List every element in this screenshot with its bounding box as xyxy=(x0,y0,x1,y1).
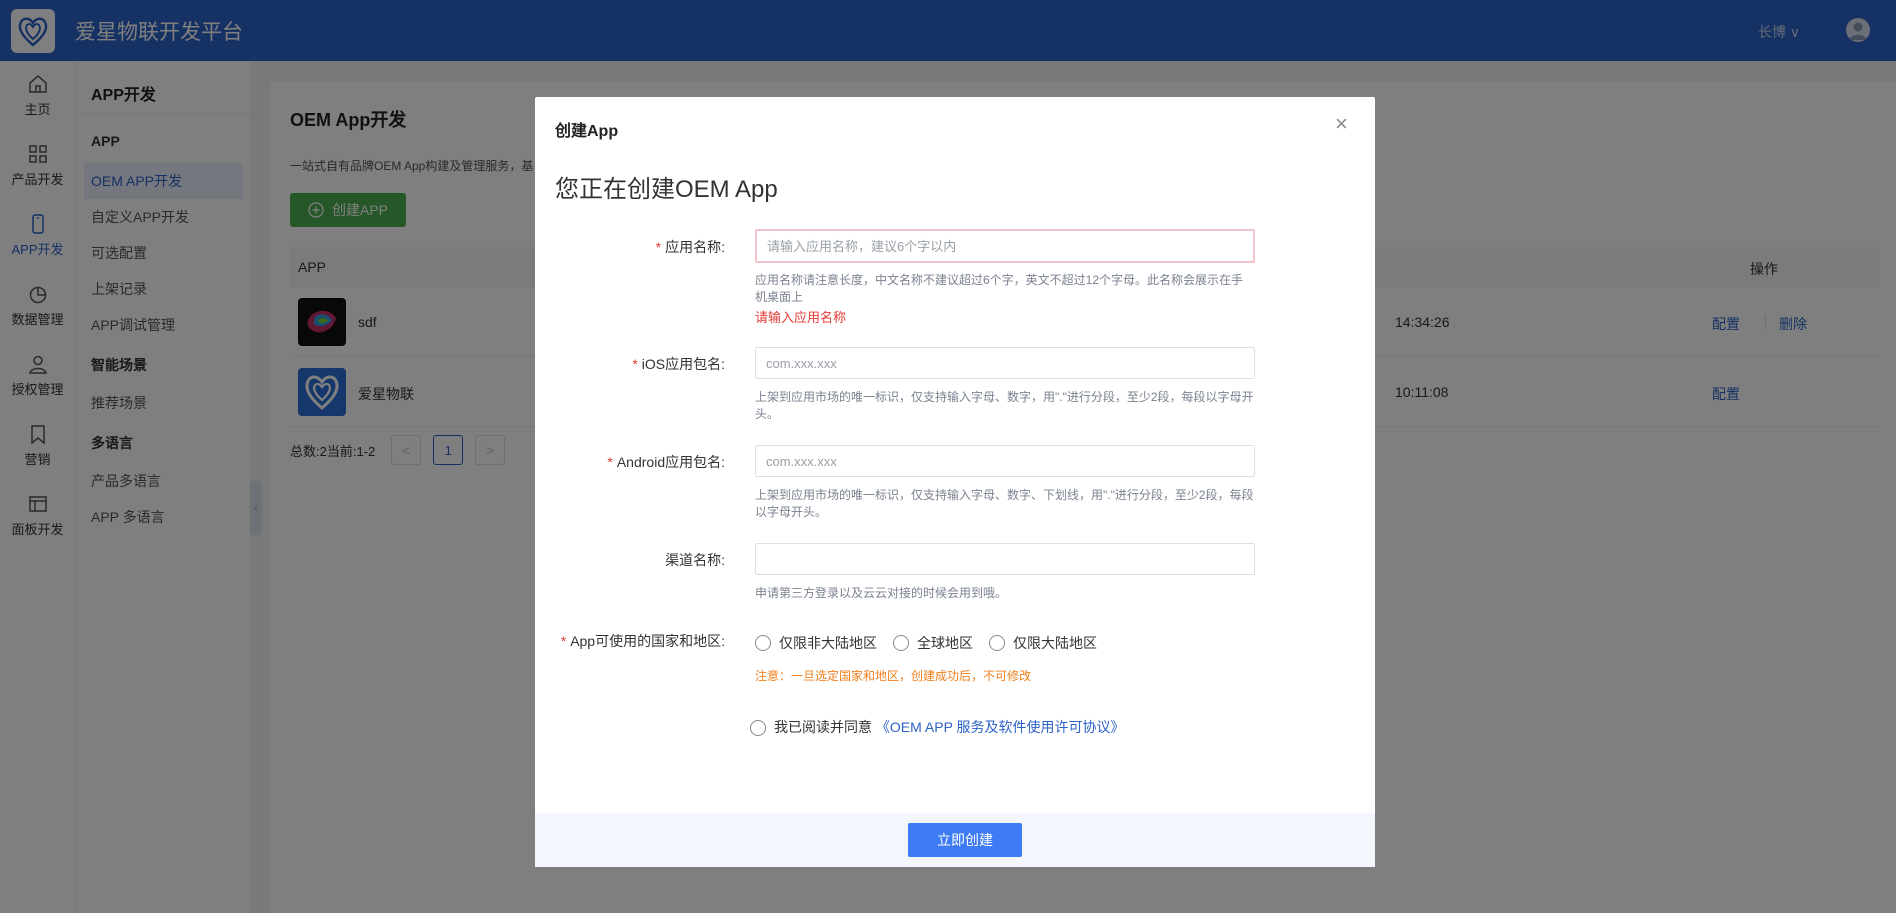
app-name-error: 请输入应用名称 xyxy=(755,310,847,325)
android-bundle-input[interactable] xyxy=(755,445,1255,477)
agreement-text: 我已阅读并同意 xyxy=(774,719,872,735)
ios-bundle-hint: 上架到应用市场的唯一标识，仅支持输入字母、数字，用"."进行分段，至少2段，每段… xyxy=(755,390,1254,421)
ios-bundle-label: * iOS应用包名: xyxy=(632,356,725,372)
radio-circle[interactable] xyxy=(989,635,1005,651)
app-name-input[interactable] xyxy=(755,229,1255,263)
ios-bundle-input[interactable] xyxy=(755,347,1255,379)
region-warning: 注意：一旦选定国家和地区，创建成功后，不可修改 xyxy=(755,669,1032,683)
agreement-link[interactable]: 《OEM APP 服务及软件使用许可协议》 xyxy=(876,719,1125,735)
region-radio-group: 仅限非大陆地区 全球地区 仅限大陆地区 xyxy=(755,633,1113,653)
region-option-mainland[interactable]: 仅限大陆地区 xyxy=(989,633,1097,653)
app-name-hint: 应用名称请注意长度，中文名称不建议超过6个字，英文不超过12个字母。此名称会展示… xyxy=(755,273,1244,304)
region-label: * App可使用的国家和地区: xyxy=(560,633,725,649)
channel-hint: 申请第三方登录以及云云对接的时候会用到哦。 xyxy=(755,586,1008,600)
dialog-title: 创建App xyxy=(555,123,619,140)
dialog-heading: 您正在创建OEM App xyxy=(555,176,778,203)
close-icon[interactable]: × xyxy=(1335,113,1348,135)
region-option-global[interactable]: 全球地区 xyxy=(893,633,973,653)
radio-circle[interactable] xyxy=(755,635,771,651)
create-now-button[interactable]: 立即创建 xyxy=(908,823,1022,857)
agreement-checkbox[interactable] xyxy=(750,720,766,737)
channel-input[interactable] xyxy=(755,543,1255,575)
create-app-dialog: 创建App × 您正在创建OEM App *应用名称: 应用名称请注意长度，中文… xyxy=(535,97,1375,867)
region-option-non-mainland[interactable]: 仅限非大陆地区 xyxy=(755,633,877,653)
app-name-label: * 应用名称: xyxy=(655,239,725,255)
android-bundle-label: * Android应用包名: xyxy=(607,454,725,470)
agreement: 我已阅读并同意 《OEM APP 服务及软件使用许可协议》 xyxy=(750,710,1130,744)
channel-label: 渠道名称: xyxy=(665,552,725,568)
android-bundle-hint: 上架到应用市场的唯一标识，仅支持输入字母、数字、下划线，用"."进行分段，至少2… xyxy=(755,488,1254,519)
dialog-footer: 立即创建 xyxy=(535,813,1375,867)
radio-circle[interactable] xyxy=(893,635,909,651)
